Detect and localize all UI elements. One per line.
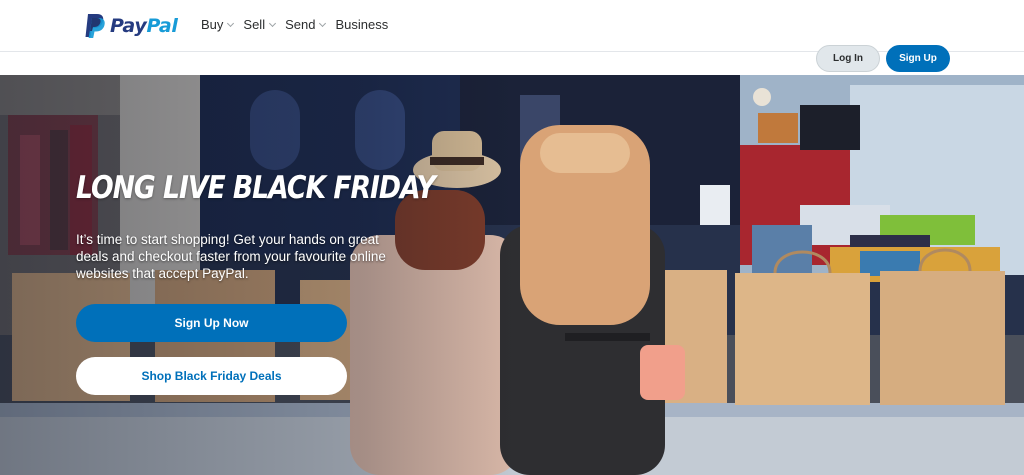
nav-item-buy[interactable]: Buy [201, 17, 235, 32]
nav-item-label: Business [335, 17, 389, 32]
nav-item-sell[interactable]: Sell [243, 17, 277, 32]
wordmark-part-pay: Pay [110, 15, 147, 37]
paypal-logo-icon [85, 14, 105, 38]
sign-up-now-button[interactable]: Sign Up Now [76, 304, 347, 342]
paypal-logo[interactable]: PayPal [84, 12, 178, 40]
wordmark-part-pal: Pal [146, 15, 178, 37]
chevron-down-icon [269, 19, 277, 27]
shop-deals-button[interactable]: Shop Black Friday Deals [76, 357, 347, 395]
paypal-wordmark: PayPal [110, 12, 178, 40]
signup-button-header[interactable]: Sign Up [886, 45, 950, 72]
top-navigation-bar: PayPal Buy Sell Send Business [0, 0, 1024, 52]
chevron-down-icon [319, 19, 327, 27]
hero-description: It’s time to start shopping! Get your ha… [76, 232, 386, 281]
login-button[interactable]: Log In [816, 45, 880, 72]
hero-title: LONG LIVE BLACK FRIDAY [76, 170, 436, 206]
nav-item-label: Sell [243, 17, 266, 32]
main-nav: Buy Sell Send Business [201, 17, 388, 32]
nav-item-business[interactable]: Business [335, 17, 388, 32]
hero-banner: LONG LIVE BLACK FRIDAY It’s time to star… [0, 75, 1024, 475]
nav-item-send[interactable]: Send [285, 17, 327, 32]
nav-item-label: Buy [201, 17, 224, 32]
chevron-down-icon [227, 19, 235, 27]
nav-item-label: Send [285, 17, 316, 32]
